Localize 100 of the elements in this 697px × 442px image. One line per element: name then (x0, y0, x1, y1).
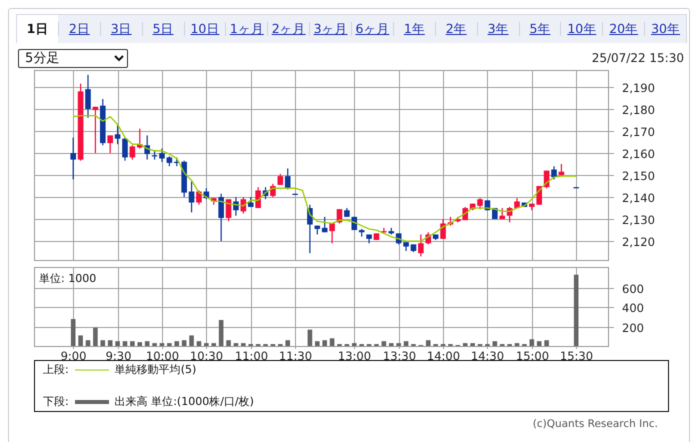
volume-bar (160, 343, 164, 346)
volume-bar (530, 339, 534, 346)
axis-label: 2,190 (622, 81, 655, 95)
axis-label: 2,120 (622, 235, 655, 249)
volume-bar (285, 340, 290, 346)
tab[interactable]: 30年 (645, 15, 686, 43)
candle (336, 209, 342, 224)
candle (70, 138, 76, 180)
volume-bar (492, 341, 498, 346)
volume-bar (388, 343, 394, 346)
tab[interactable]: 3ヶ月 (310, 15, 351, 43)
tab[interactable]: 2日 (58, 15, 100, 43)
volume-bar (470, 343, 475, 346)
axis-label: 2,140 (622, 191, 655, 205)
axis-label: 9:00 (60, 349, 86, 360)
candle (403, 242, 409, 251)
volume-bar (396, 343, 401, 346)
interval-select[interactable]: 5分足 (18, 48, 128, 68)
line-swatch-icon (74, 368, 109, 372)
volume-bar (234, 343, 238, 346)
volume-bar (382, 341, 386, 346)
axis-label: 2,170 (622, 125, 655, 139)
axis-label: 9:30 (106, 349, 132, 360)
axis-label: 15:00 (516, 349, 550, 360)
volume-bar (93, 328, 98, 346)
tab[interactable]: 5日 (142, 15, 184, 43)
axis-label: 600 (622, 282, 644, 296)
candle (477, 198, 483, 210)
candle (484, 200, 490, 210)
axis-label: 13:30 (382, 349, 416, 360)
volume-bar (352, 343, 357, 346)
tab[interactable]: 1ヶ月 (226, 15, 268, 43)
tab[interactable]: 3年 (478, 15, 518, 43)
candle (262, 187, 268, 200)
legend-label: 出来高 単位:(1000株/口/枚) (114, 394, 254, 409)
candle (307, 204, 313, 254)
candle (440, 219, 446, 239)
volume-bar (241, 343, 246, 346)
copyright-text: (c)Quants Research Inc. (532, 418, 658, 430)
volume-bar (189, 335, 194, 346)
legend-label: 単純移動平均(5) (114, 362, 196, 377)
volume-bar (404, 341, 408, 346)
unit-label: 単位: 1000 (39, 271, 96, 286)
candle (226, 199, 232, 222)
tab[interactable]: 1日 (17, 15, 58, 43)
volume-bar (108, 340, 112, 346)
volume-bar (218, 320, 224, 346)
axis-label: 11:30 (278, 349, 312, 360)
volume-bar (462, 343, 468, 346)
axis-label: 2,160 (622, 147, 655, 161)
volume-bar (152, 343, 157, 346)
candle (522, 202, 528, 207)
candle (92, 106, 98, 153)
timestamp: 25/07/22 15:30 (592, 51, 684, 65)
candle (410, 244, 416, 252)
candle (374, 233, 380, 240)
tab[interactable]: 10年 (561, 15, 602, 43)
candle (196, 190, 202, 205)
volume-bar (308, 330, 312, 346)
candle (558, 164, 564, 176)
volume-bar (426, 340, 431, 346)
axis-label: 2,150 (622, 169, 655, 183)
candle (514, 198, 520, 208)
axis-label: 10:00 (146, 349, 180, 360)
candle (366, 234, 372, 244)
axis-label: 200 (622, 321, 644, 335)
tab[interactable]: 20年 (603, 15, 644, 43)
candle (551, 166, 557, 180)
axis-label: 400 (622, 301, 644, 315)
candle (114, 124, 120, 144)
volume-bar (86, 340, 90, 346)
volume-bar (78, 335, 83, 346)
tab[interactable]: 2年 (436, 15, 477, 43)
volume-bar (315, 341, 320, 346)
bar-swatch-icon (74, 400, 109, 404)
tab[interactable]: 3日 (100, 15, 142, 43)
volume-bar (211, 343, 216, 346)
tab[interactable]: 10日 (184, 15, 226, 43)
legend-prefix: 下段: (43, 394, 69, 409)
candle (159, 148, 165, 162)
candle (329, 223, 335, 244)
volume-bar (144, 341, 150, 346)
tab[interactable]: 1年 (394, 15, 435, 43)
tab[interactable]: 6ヶ月 (352, 15, 393, 43)
axis-label: 14:30 (470, 349, 504, 360)
volume-bar (167, 343, 172, 346)
candle (233, 197, 239, 216)
tab[interactable]: 2ヶ月 (268, 15, 310, 43)
axis-label: 10:30 (190, 349, 224, 360)
volume-bar (115, 341, 120, 346)
volume-bar (204, 343, 209, 346)
legend-prefix: 上段: (43, 362, 69, 377)
candle (85, 74, 91, 118)
candle (152, 150, 158, 160)
tab[interactable]: 5年 (520, 15, 560, 43)
volume-bar (330, 338, 334, 346)
volume-bar (544, 340, 549, 346)
volume-bar (100, 340, 106, 346)
candle (122, 138, 128, 161)
volume-bar (70, 319, 76, 346)
